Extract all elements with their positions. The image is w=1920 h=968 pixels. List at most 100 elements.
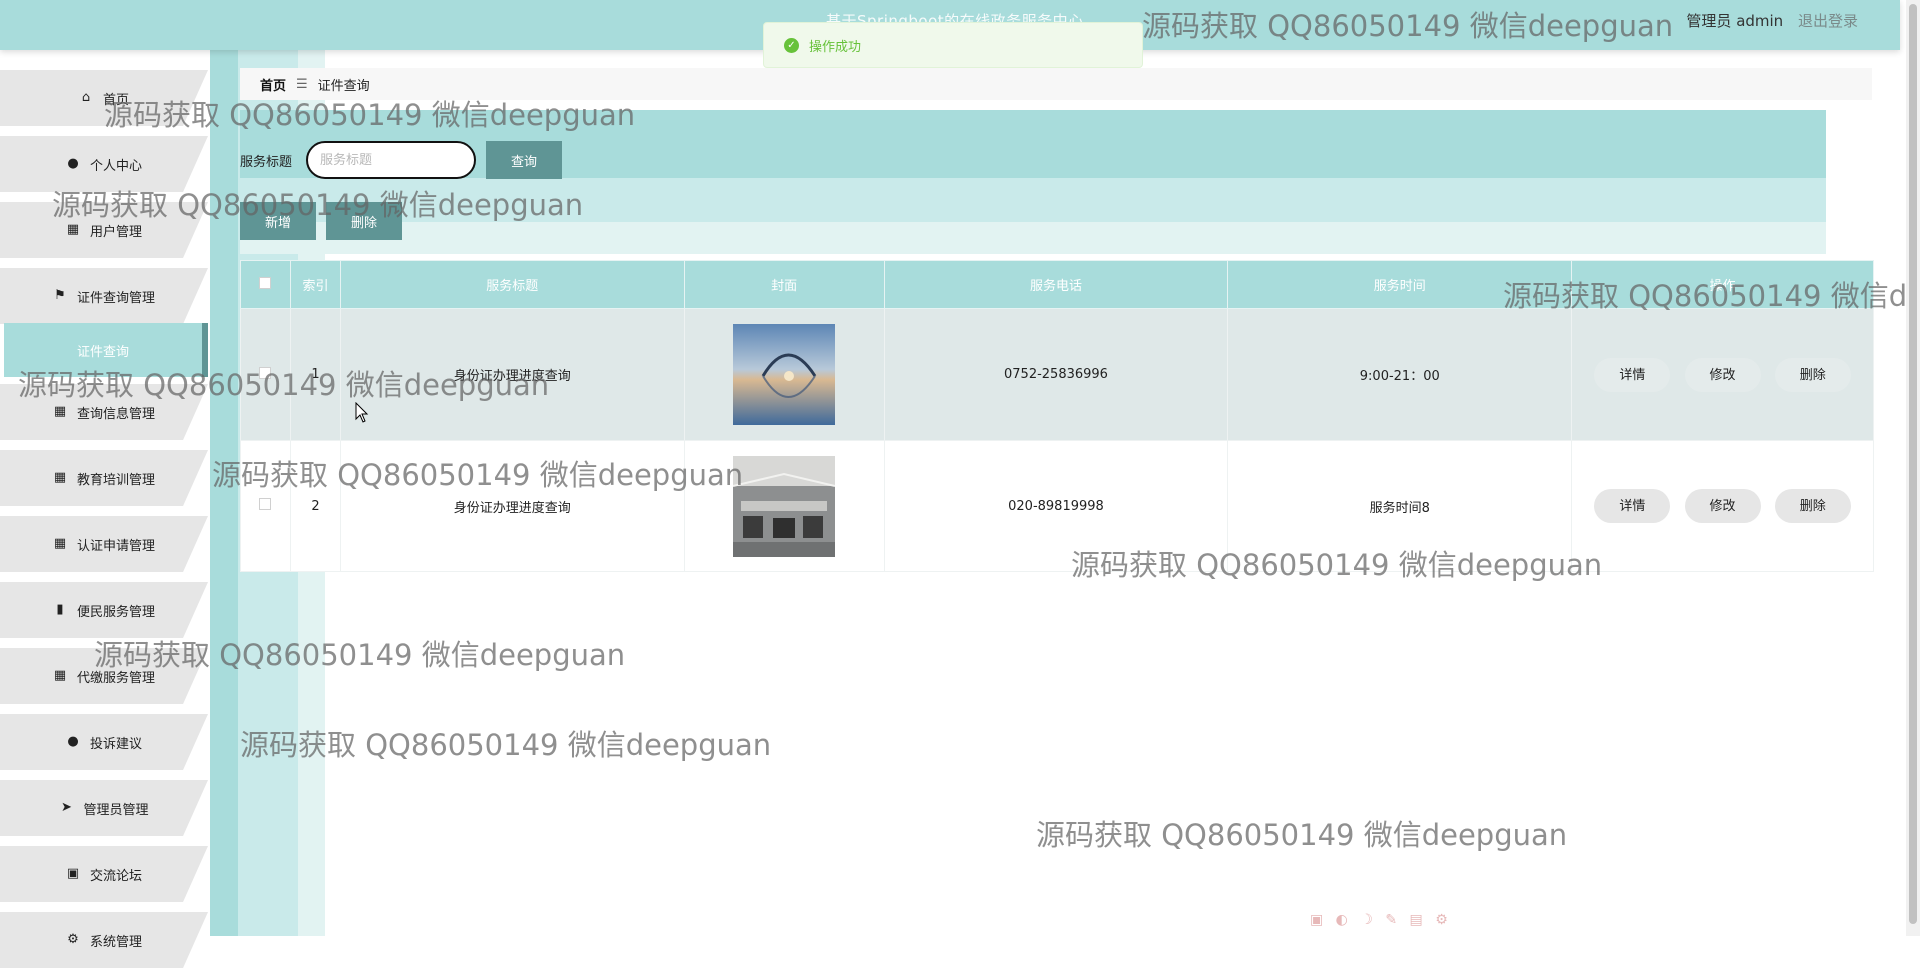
sidebar-subitem-certificate-query[interactable]: 证件查询 [4,323,208,377]
table-row: 2 身份证办理进度查询 020-89819998 服务时间8 详情 修改 删除 [240,440,1874,572]
detail-button[interactable]: 详情 [1594,357,1671,392]
sidebar-item-label: 便民服务管理 [76,604,155,620]
sidebar-item-complaints[interactable]: ● 投诉建议 [0,714,208,770]
row-checkbox[interactable] [259,498,272,510]
cover-cell [683,440,885,572]
check-circle-icon: ✓ [784,37,799,53]
grid-icon: ▦ [53,470,67,485]
column-header: 操作 [1571,260,1874,309]
grid-icon: ▦ [66,222,80,237]
sidebar-item-forum[interactable]: ▣ 交流论坛 [0,846,208,902]
sidebar-item-user-management[interactable]: ▦ 用户管理 [0,202,208,258]
sidebar-item-label: 证件查询 [76,344,129,360]
sidebar-item-label: 首页 [102,92,129,108]
grid-icon: ▦ [53,404,67,419]
search-band [240,110,1826,178]
sidebar-item-query-info-management[interactable]: ▦ 查询信息管理 [0,384,208,440]
column-header: 服务时间 [1227,260,1573,309]
cover-image [733,324,836,425]
user-info: 管理员 admin 退出登录 [1686,10,1858,31]
sidebar-item-label: 个人中心 [89,158,142,174]
sidebar-item-label: 管理员管理 [83,802,149,818]
breadcrumb: 首页 ☰ 证件查询 [240,68,1872,100]
toast-message: 操作成功 [809,39,862,55]
user-icon: ● [67,156,79,171]
time-cell: 服务时间8 [1227,440,1573,572]
edit-button[interactable]: 修改 [1684,489,1761,523]
input-method-toolbar: ▣ ◐ ☽ ✎ ▤ ⚙ [1310,912,1452,928]
edit-button[interactable]: 修改 [1684,357,1761,392]
mouse-cursor-icon [355,402,369,423]
search-label: 服务标题 [240,155,293,170]
send-icon: ➤ [61,800,72,815]
breadcrumb-home[interactable]: 首页 [260,75,286,94]
sidebar-item-label: 代缴服务管理 [76,670,155,686]
sidebar-item-label: 系统管理 [89,934,142,950]
sidebar-item-education-training[interactable]: ▦ 教育培训管理 [0,450,208,506]
index-cell: 1 [289,308,341,441]
sidebar-item-system-management[interactable]: ⚙ 系统管理 [0,912,208,968]
batch-delete-button[interactable]: 删除 [326,202,402,240]
phone-cell: 020-89819998 [883,440,1229,572]
index-cell: 2 [289,440,341,572]
breadcrumb-separator-icon: ☰ [296,76,308,92]
cover-image [733,455,836,557]
sidebar-item-admin-management[interactable]: ➤ 管理员管理 [0,780,208,836]
delete-button[interactable]: 删除 [1774,357,1851,392]
flag-icon: ⚑ [54,288,66,303]
delete-button[interactable]: 删除 [1774,489,1851,523]
row-checkbox[interactable] [259,366,272,379]
checkbox-cell [240,440,291,572]
sidebar-item-label: 证件查询管理 [76,290,155,306]
sidebar-item-label: 投诉建议 [89,736,142,752]
sidebar-item-label: 认证申请管理 [76,538,155,554]
sidebar-item-label: 交流论坛 [89,868,142,884]
column-header: 索引 [289,260,341,309]
sidebar-item-label: 查询信息管理 [76,406,155,422]
operations-cell: 详情 修改 删除 [1571,440,1874,572]
phone-cell: 0752-25836996 [883,308,1229,441]
logout-link[interactable]: 退出登录 [1798,12,1858,30]
grid-icon: ▦ [53,536,67,551]
checkbox-cell [240,308,291,441]
title-cell: 身份证办理进度查询 [339,308,685,441]
title-cell: 身份证办理进度查询 [339,440,685,572]
sidebar-item-convenience-service[interactable]: ▮ 便民服务管理 [0,582,208,638]
add-button[interactable]: 新增 [240,202,316,240]
watermark: 源码获取 QQ86050149 微信deepguan [1036,818,1568,852]
select-all-checkbox[interactable] [259,276,272,289]
page-scrollbar[interactable] [1906,0,1920,936]
user-icon: ● [67,734,79,749]
home-icon: ⌂ [81,90,91,105]
current-user: 管理员 admin [1686,12,1784,30]
service-table: 索引 服务标题 封面 服务电话 服务时间 操作 1 身份证办理进度查询 0752… [240,260,1874,572]
sidebar-item-payment-service[interactable]: ▦ 代缴服务管理 [0,648,208,704]
sidebar-item-certificate-query-management[interactable]: ⚑ 证件查询管理 [0,268,208,324]
bar-chart-icon: ▮ [56,602,64,617]
action-band-lower [240,222,1826,254]
operations-cell: 详情 修改 删除 [1571,308,1874,441]
cover-cell [683,308,885,441]
success-toast: ✓ 操作成功 [763,22,1143,68]
action-band [240,178,1826,222]
search-input[interactable] [306,141,476,179]
sidebar-item-personal-center[interactable]: ● 个人中心 [0,136,208,192]
table-row: 1 身份证办理进度查询 0752-25836996 9:00-21：00 详情 … [240,308,1874,441]
table-header-row: 索引 服务标题 封面 服务电话 服务时间 操作 [240,260,1874,309]
column-header: 封面 [683,260,885,309]
column-header: 服务电话 [883,260,1229,309]
time-cell: 9:00-21：00 [1227,308,1573,441]
detail-button[interactable]: 详情 [1594,489,1671,523]
grid-icon: ▦ [53,668,67,683]
scrollbar-thumb[interactable] [1909,4,1917,924]
clipboard-icon: ▣ [66,866,80,881]
sidebar-item-label: 教育培训管理 [76,472,155,488]
sidebar-item-label: 用户管理 [89,224,142,240]
sidebar-item-certification-application[interactable]: ▦ 认证申请管理 [0,516,208,572]
query-button[interactable]: 查询 [486,141,562,179]
sidebar-item-home[interactable]: ⌂ 首页 [0,70,208,126]
select-all-cell [240,260,291,309]
breadcrumb-current: 证件查询 [317,78,370,94]
column-header: 服务标题 [339,260,685,309]
gear-icon: ⚙ [67,932,79,947]
